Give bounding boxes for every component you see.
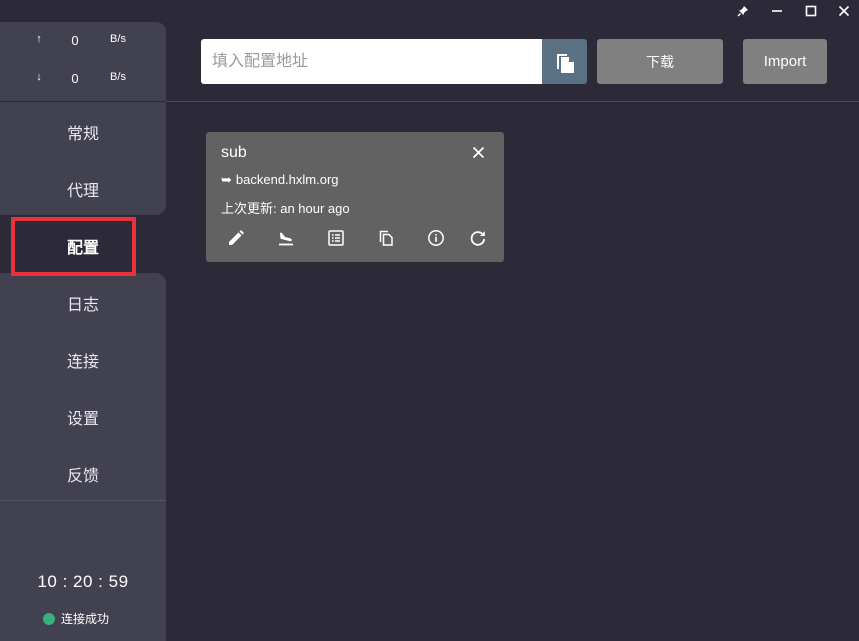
profile-card[interactable]: sub ➥ backend.hxlm.org 上次更新: an hour ago bbox=[206, 132, 504, 262]
profile-url: ➥ backend.hxlm.org bbox=[221, 172, 339, 188]
pin-icon[interactable] bbox=[728, 0, 758, 22]
connection-status: 连接成功 bbox=[0, 610, 166, 627]
close-icon[interactable] bbox=[469, 143, 487, 161]
copy-icon[interactable] bbox=[374, 226, 398, 250]
profile-actions bbox=[206, 226, 504, 250]
link-arrow-icon: ➥ bbox=[221, 172, 232, 187]
sidebar-divider bbox=[0, 500, 166, 501]
maximize-icon[interactable] bbox=[796, 0, 826, 22]
sidebar: ↑ 0 B/s ↓ 0 B/s 常规 代理 配置 日志 连接 设置 反馈 10 … bbox=[0, 22, 166, 641]
download-speed: ↓ 0 B/s bbox=[0, 71, 166, 91]
list-icon[interactable] bbox=[324, 226, 348, 250]
profile-updated: 上次更新: an hour ago bbox=[221, 201, 350, 216]
download-value: 0 bbox=[71, 71, 79, 86]
close-icon[interactable] bbox=[829, 0, 859, 22]
download-button[interactable]: 下载 bbox=[597, 39, 723, 84]
paste-button[interactable] bbox=[542, 39, 587, 84]
highlight-box bbox=[11, 217, 136, 276]
sidebar-item-connections[interactable]: 连接 bbox=[0, 331, 166, 388]
import-button[interactable]: Import bbox=[743, 39, 827, 84]
title-bar bbox=[0, 0, 859, 22]
download-arrow-icon: ↓ bbox=[36, 71, 42, 83]
sidebar-item-general[interactable]: 常规 bbox=[0, 103, 166, 160]
profile-name: sub bbox=[221, 144, 247, 161]
sidebar-item-settings[interactable]: 设置 bbox=[0, 388, 166, 445]
info-icon[interactable] bbox=[424, 226, 448, 250]
upload-value: 0 bbox=[71, 33, 79, 48]
profile-url-input[interactable] bbox=[201, 39, 542, 84]
upload-speed: ↑ 0 B/s bbox=[0, 33, 166, 53]
sidebar-item-proxies[interactable]: 代理 bbox=[0, 160, 166, 217]
status-dot-icon bbox=[42, 612, 55, 625]
clock: 10 : 20 : 59 bbox=[37, 572, 129, 591]
edit-icon[interactable] bbox=[224, 226, 248, 250]
flight-land-icon[interactable] bbox=[274, 226, 298, 250]
sidebar-item-feedback[interactable]: 反馈 bbox=[0, 445, 166, 502]
traffic-panel: ↑ 0 B/s ↓ 0 B/s bbox=[0, 22, 166, 101]
profile-url-text: backend.hxlm.org bbox=[235, 172, 339, 187]
download-unit: B/s bbox=[110, 71, 126, 83]
upload-unit: B/s bbox=[110, 33, 126, 45]
upload-arrow-icon: ↑ bbox=[36, 33, 42, 45]
profile-toolbar: 下载 Import bbox=[166, 22, 859, 102]
paste-icon bbox=[556, 53, 574, 73]
sidebar-item-logs[interactable]: 日志 bbox=[0, 274, 166, 331]
refresh-icon[interactable] bbox=[466, 226, 490, 250]
status-text: 连接成功 bbox=[60, 612, 109, 626]
minimize-icon[interactable] bbox=[762, 0, 792, 22]
